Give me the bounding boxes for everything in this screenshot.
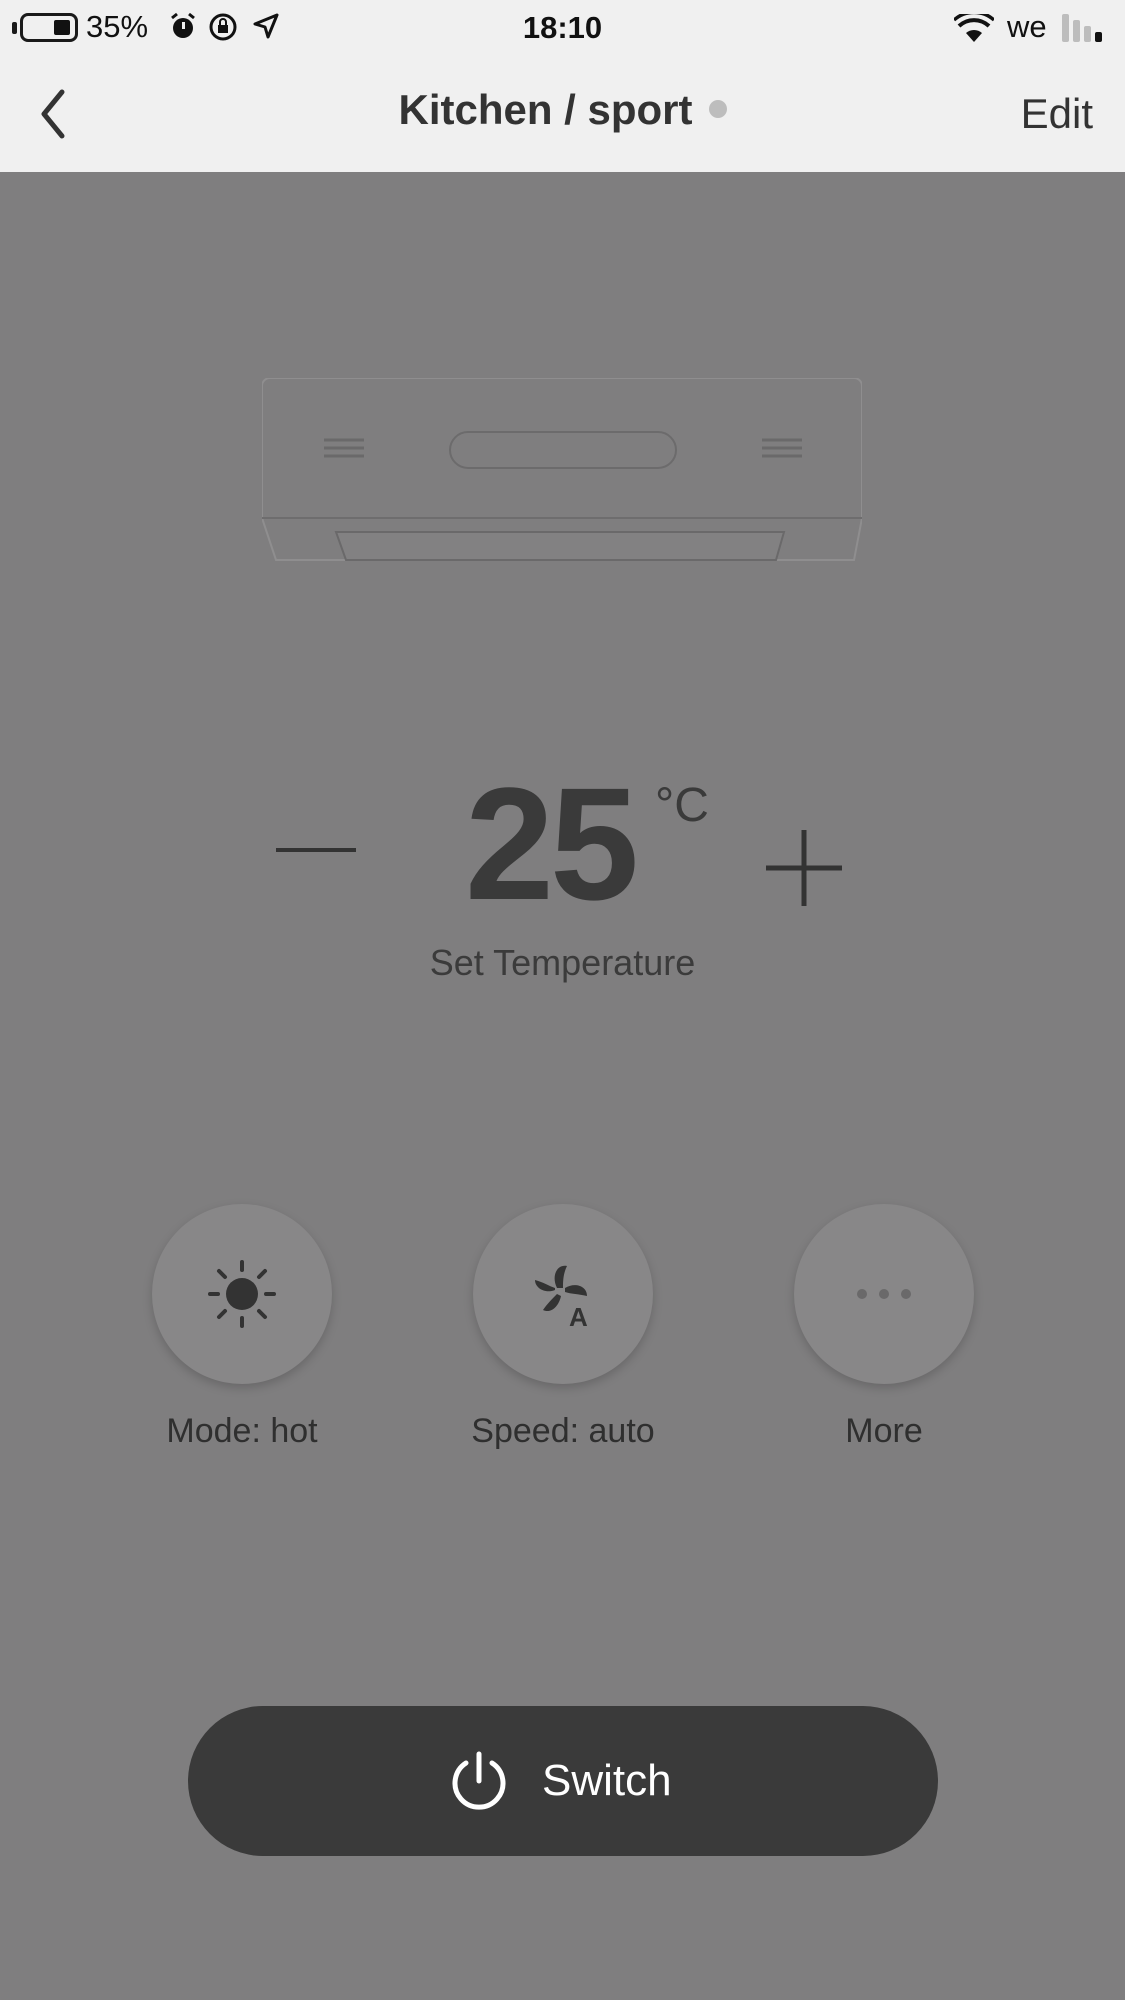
- nav-bar: Kitchen / sport Edit: [0, 56, 1125, 172]
- more-button[interactable]: [794, 1204, 974, 1384]
- increase-temperature-button[interactable]: [762, 826, 846, 910]
- air-conditioner-illustration: [262, 378, 862, 561]
- status-bar: 35% 18:10 we: [0, 0, 1125, 56]
- more-label: More: [845, 1412, 923, 1450]
- switch-label: Switch: [542, 1756, 672, 1805]
- switch-button[interactable]: Switch: [188, 1706, 938, 1856]
- speed-button[interactable]: A: [473, 1204, 653, 1384]
- wifi-icon: [954, 14, 994, 42]
- minus-icon: [276, 848, 356, 852]
- page-title: Kitchen / sport: [398, 86, 693, 133]
- temperature-value: 25: [465, 754, 639, 933]
- edit-button[interactable]: Edit: [1021, 90, 1093, 138]
- temperature-unit: °C: [655, 779, 709, 832]
- set-temperature-label: Set Temperature: [429, 942, 696, 983]
- more-icon: [857, 1289, 911, 1299]
- mode-label: Mode: hot: [166, 1412, 318, 1450]
- nav-title-wrap: Kitchen / sport: [0, 86, 1125, 134]
- speed-label: Speed: auto: [471, 1412, 655, 1450]
- svg-text:A: A: [569, 1302, 588, 1330]
- fan-auto-icon: A: [535, 1265, 588, 1330]
- online-status-dot: [708, 100, 727, 118]
- power-icon: [452, 1751, 506, 1810]
- sun-icon: [208, 1260, 276, 1328]
- signal-icon: [1062, 14, 1102, 42]
- carrier-name: we: [1007, 9, 1047, 44]
- mode-button[interactable]: [152, 1204, 332, 1384]
